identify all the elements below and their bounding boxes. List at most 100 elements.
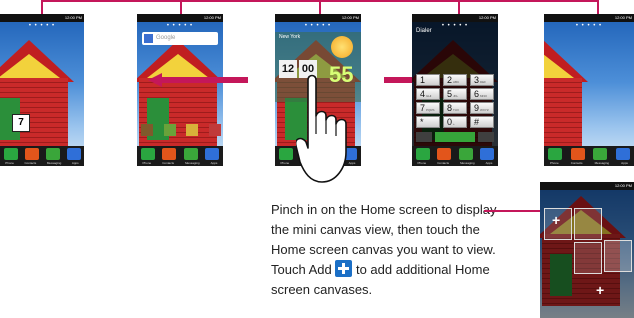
dock-label-apps: Apps [210, 161, 218, 165]
dialer-key-digit: 4 [420, 89, 426, 99]
mini-canvas-thumbnail[interactable] [574, 242, 602, 274]
dock-labels: Phone Contacts Messaging Apps [137, 161, 223, 165]
dialer-key[interactable]: 9WXYZ [470, 102, 494, 114]
phone-icon[interactable] [415, 148, 430, 160]
page-indicator: • • • • • [575, 23, 603, 29]
apps-icon[interactable] [66, 148, 81, 160]
dialer-key-digit: # [474, 117, 480, 127]
sun-icon [331, 36, 353, 58]
dock-label-messaging: Messaging [460, 161, 475, 165]
messaging-icon[interactable] [458, 148, 473, 160]
dialer-key-digit: 8 [447, 103, 453, 113]
mini-canvas-thumbnail[interactable] [604, 240, 632, 272]
phone-icon[interactable] [548, 148, 563, 160]
dialer-key-digit: 3 [474, 75, 480, 85]
add-canvas-plus-icon[interactable]: + [552, 212, 560, 228]
home-screen-canvas-1[interactable]: 12:00 PM • • • • • 7 Phone Contacts Mess… [0, 14, 84, 166]
status-bar: 12:00 PM [544, 14, 634, 22]
app-shortcut-icon[interactable] [186, 124, 199, 136]
apps-icon[interactable] [205, 148, 220, 160]
dialer-key[interactable]: 5JKL [443, 88, 467, 100]
page-indicator: • • • • • [304, 23, 332, 29]
delete-button[interactable] [478, 132, 494, 142]
messaging-icon[interactable] [45, 148, 60, 160]
dialer-key-letters: PQRS [426, 108, 435, 112]
dock-label-apps: Apps [71, 161, 79, 165]
search-placeholder: Google [156, 35, 176, 41]
dock-label-phone: Phone [280, 161, 290, 165]
phone-icon[interactable] [140, 148, 155, 160]
home-screen-canvas-2[interactable]: 12:00 PM • • • • • Google Phone Contacts… [137, 14, 223, 166]
phone-icon[interactable] [278, 148, 293, 160]
phone-icon[interactable] [3, 148, 18, 160]
contacts-icon[interactable] [437, 148, 452, 160]
status-bar: 12:00 PM [137, 14, 223, 22]
dialer-key-digit: 9 [474, 103, 480, 113]
home-screen-canvas-4[interactable]: 12:00 PM • • • • • Dialer 1 2ABC 3DEF 4GHI 5… [412, 14, 498, 166]
dock-label-contacts: Contacts [437, 161, 450, 165]
dialer-key-letters: ABC [453, 80, 460, 84]
dock-label-phone: Phone [550, 161, 559, 165]
add-canvas-plus-icon[interactable]: + [596, 282, 604, 298]
dock-label-phone: Phone [5, 161, 14, 165]
dialer-key[interactable]: # [470, 116, 494, 128]
dialer-key[interactable]: 8TUV [443, 102, 467, 114]
dialer-key-letters: WXYZ [480, 108, 489, 112]
connector-mini-canvas [484, 210, 540, 212]
dialer-key-digit: 0 [447, 117, 453, 127]
app-shortcut-icon[interactable] [208, 124, 221, 136]
dock-label-phone: Phone [142, 161, 152, 165]
dialer-key-letters: TUV [453, 108, 460, 112]
mini-canvas-thumbnail[interactable] [574, 208, 602, 240]
dock-label-contacts: Contacts [162, 161, 175, 165]
messaging-icon[interactable] [183, 148, 198, 160]
swipe-hand-icon [294, 72, 356, 184]
dialer-key[interactable]: 3DEF [470, 74, 494, 86]
contacts-icon[interactable] [24, 148, 39, 160]
dialer-key[interactable]: 0+ [443, 116, 467, 128]
dialer-key[interactable]: 6MNO [470, 88, 494, 100]
dialer-key[interactable]: 7PQRS [416, 102, 440, 114]
dialer-key[interactable]: 4GHI [416, 88, 440, 100]
dock-label-apps: Apps [621, 161, 628, 165]
swipe-left-arrow-icon [148, 73, 248, 87]
app-shortcut-icon[interactable] [141, 124, 153, 136]
status-bar: 12:00 PM [275, 14, 361, 22]
page-indicator: • • • • • [166, 23, 194, 29]
connector-tick-1 [41, 0, 43, 14]
dock-label-messaging: Messaging [185, 161, 200, 165]
dialer-key-letters: + [453, 122, 455, 126]
apps-icon[interactable] [480, 148, 495, 160]
google-search-widget[interactable]: Google [142, 32, 218, 45]
dock-label-apps: Apps [485, 161, 493, 165]
dialer-key-digit: * [420, 117, 424, 127]
google-icon [144, 34, 153, 43]
dialer-key[interactable]: 2ABC [443, 74, 467, 86]
app-shortcut-row [141, 124, 221, 138]
voicemail-button[interactable] [416, 132, 432, 142]
dialer-key[interactable]: 1 [416, 74, 440, 86]
dock-label-contacts: Contacts [570, 161, 583, 165]
mini-canvas-view[interactable]: 12:00 PM + + [540, 182, 634, 318]
contacts-icon[interactable] [570, 148, 585, 160]
call-button[interactable] [435, 132, 475, 142]
calendar-widget[interactable]: 7 [12, 114, 30, 132]
dock-label-contacts: Contacts [24, 161, 37, 165]
home-screen-canvas-5[interactable]: 12:00 PM • • • • • Phone Contacts Messag… [544, 14, 634, 166]
dialer-key-digit: 6 [474, 89, 480, 99]
page-indicator: • • • • • [28, 23, 56, 29]
location-label: New York [279, 34, 301, 40]
connector-tick-5 [597, 0, 599, 14]
contacts-icon[interactable] [162, 148, 177, 160]
dock-labels: Phone Contacts Messaging Apps [544, 161, 634, 165]
dialer-title: Dialer [416, 28, 432, 34]
dialer-keypad: 1 2ABC 3DEF 4GHI 5JKL 6MNO 7PQRS 8TUV 9WXYZ * 0+ # [416, 74, 496, 134]
add-label: Add [308, 262, 332, 277]
apps-icon[interactable] [615, 148, 630, 160]
connector-tick-3 [319, 0, 321, 14]
messaging-icon[interactable] [593, 148, 608, 160]
dialer-key-digit: 7 [420, 103, 426, 113]
status-bar: 12:00 PM [412, 14, 498, 22]
dialer-key[interactable]: * [416, 116, 440, 128]
app-shortcut-icon[interactable] [163, 124, 176, 136]
